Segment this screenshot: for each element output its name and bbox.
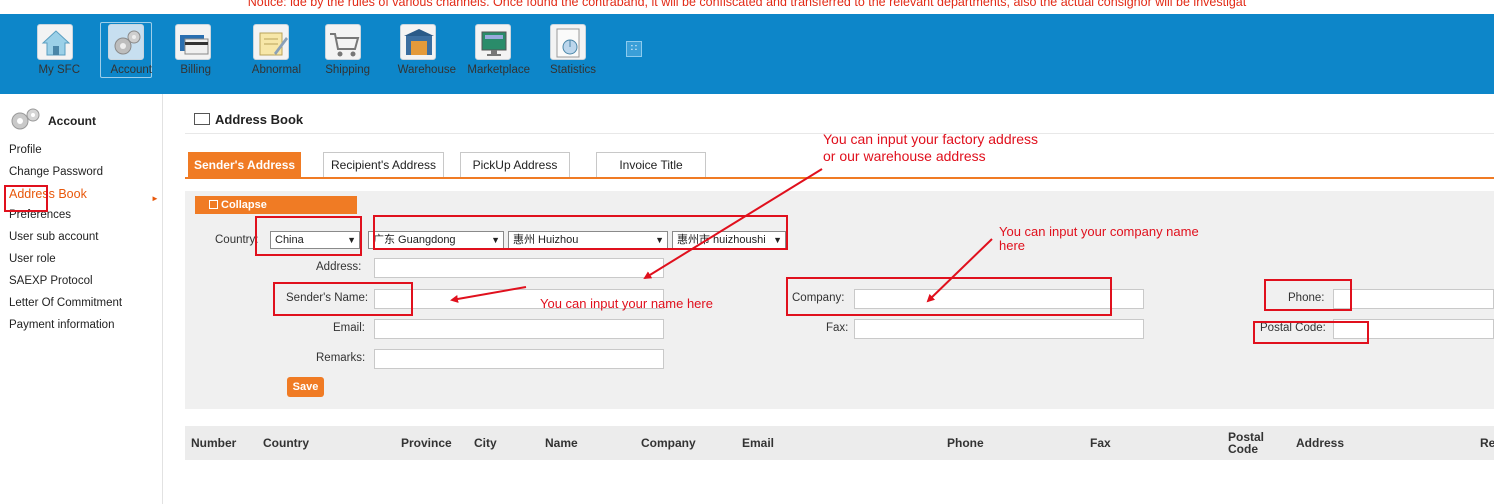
notice-text: Notice: ide by the rules of various chan…	[247, 0, 1247, 9]
top-navigation: My SFC Account Billing Abnormal Shipping…	[0, 14, 1494, 94]
remarks-input[interactable]	[374, 349, 664, 369]
nav-warehouse[interactable]: Warehouse	[380, 14, 456, 94]
tab-invoice-title[interactable]: Invoice Title	[596, 152, 706, 178]
annotation-box-postal-code	[1253, 321, 1369, 344]
gears-icon	[8, 108, 44, 130]
page-title: Address Book	[194, 112, 303, 127]
nav-marketplace[interactable]: Marketplace	[456, 14, 530, 94]
remarks-label: Remarks:	[316, 352, 366, 364]
grid-icon[interactable]: ∷	[626, 41, 642, 57]
fax-input[interactable]	[854, 319, 1144, 339]
tab-recipients-address[interactable]: Recipient's Address	[323, 152, 444, 178]
sidebar-item-saexp-protocol[interactable]: SAEXP Protocol	[9, 275, 93, 287]
nav-label: Marketplace	[467, 64, 530, 76]
annotation-box-address-book	[4, 185, 48, 212]
country-label: Country:	[215, 234, 259, 246]
sidebar: Account Profile Change Password Address …	[0, 94, 163, 504]
nav-label: Billing	[180, 64, 211, 76]
collapse-icon	[209, 200, 218, 209]
column-header[interactable]: Fax	[1090, 437, 1111, 449]
annotation-box-country	[255, 216, 362, 256]
shopping-cart-icon	[325, 24, 361, 60]
nav-account[interactable]: Account	[100, 14, 152, 94]
fax-label: Fax:	[826, 322, 849, 334]
nav-abnormal[interactable]: Abnormal	[241, 14, 301, 94]
column-header[interactable]: Address	[1296, 437, 1344, 449]
annotation-box-phone	[1264, 279, 1352, 311]
address-input[interactable]	[374, 258, 664, 278]
nav-label: Shipping	[325, 64, 370, 76]
nav-shipping[interactable]: Shipping	[316, 14, 370, 94]
nav-label: Abnormal	[251, 64, 301, 76]
email-label: Email:	[333, 322, 365, 334]
sidebar-item-payment-information[interactable]: Payment information	[9, 319, 114, 331]
credit-card-icon	[175, 24, 211, 60]
chart-icon	[550, 24, 586, 60]
tab-pickup-address[interactable]: PickUp Address	[460, 152, 570, 178]
tab-underline	[185, 177, 1494, 179]
monitor-icon	[475, 24, 511, 60]
column-header[interactable]: Postal Code	[1228, 431, 1268, 455]
sidebar-item-user-role[interactable]: User role	[9, 253, 56, 265]
sidebar-item-letter-of-commitment[interactable]: Letter Of Commitment	[9, 297, 122, 309]
column-header[interactable]: Re	[1480, 437, 1494, 449]
column-header[interactable]: City	[474, 437, 497, 449]
column-header[interactable]: Company	[641, 437, 696, 449]
nav-label: Account	[110, 64, 152, 76]
warehouse-icon	[400, 24, 436, 60]
annotation-factory-note: You can input your factory address or ou…	[823, 131, 1039, 164]
column-header[interactable]: Name	[545, 437, 578, 449]
collapse-button[interactable]: Collapse	[195, 196, 357, 214]
active-arrow-icon: ►	[151, 194, 159, 203]
nav-my-sfc[interactable]: My SFC	[30, 14, 80, 94]
address-label: Address:	[316, 261, 362, 273]
address-book-icon	[194, 113, 210, 125]
column-header[interactable]: Email	[742, 437, 774, 449]
column-header[interactable]: Province	[401, 437, 452, 449]
home-icon	[37, 24, 73, 60]
annotation-box-sender-name	[273, 282, 413, 316]
sidebar-item-user-sub-account[interactable]: User sub account	[9, 231, 99, 243]
save-button[interactable]: Save	[287, 377, 324, 397]
sidebar-item-change-password[interactable]: Change Password	[9, 166, 103, 178]
nav-statistics[interactable]: Statistics	[540, 14, 596, 94]
nav-billing[interactable]: Billing	[175, 14, 211, 94]
sidebar-title-text: Account	[48, 114, 96, 128]
nav-label: Statistics	[549, 64, 596, 76]
annotation-box-company	[786, 277, 1112, 316]
sidebar-item-profile[interactable]: Profile	[9, 144, 42, 156]
gears-icon	[108, 24, 144, 60]
nav-label: Warehouse	[397, 64, 456, 76]
nav-label: My SFC	[38, 64, 80, 76]
address-table-header: Number Country Province City Name Compan…	[185, 426, 1494, 460]
column-header[interactable]: Number	[191, 437, 236, 449]
collapse-label: Collapse	[221, 199, 267, 211]
annotation-company-note: You can input your company name here	[999, 224, 1199, 253]
email-input[interactable]	[374, 319, 664, 339]
tab-senders-address[interactable]: Sender's Address	[188, 152, 301, 178]
note-pencil-icon	[253, 24, 289, 60]
phone-input[interactable]	[1333, 289, 1494, 309]
annotation-box-region-selects	[373, 215, 788, 250]
notice-banner: Notice: ide by the rules of various chan…	[0, 0, 1494, 14]
annotation-name-note: You can input your name here	[540, 296, 713, 311]
column-header[interactable]: Phone	[947, 437, 984, 449]
column-header[interactable]: Country	[263, 437, 309, 449]
page-title-text: Address Book	[215, 112, 304, 127]
